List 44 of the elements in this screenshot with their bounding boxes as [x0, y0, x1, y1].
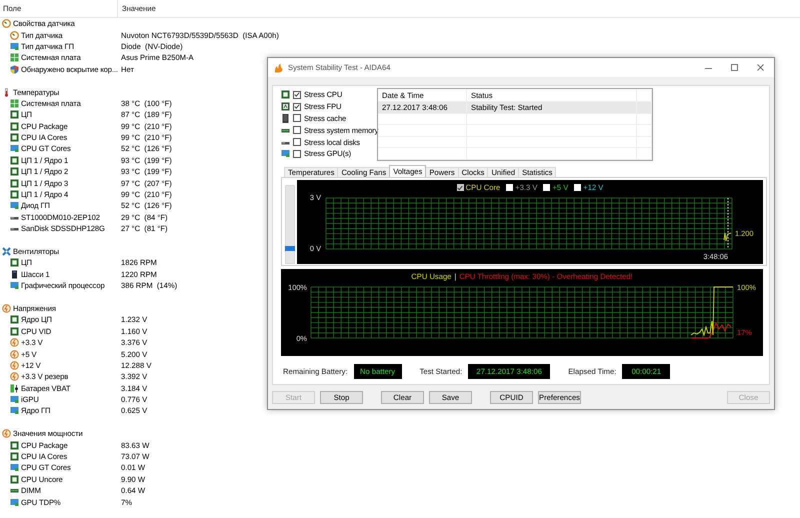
- checkbox[interactable]: [293, 126, 301, 134]
- shield-icon: [10, 64, 19, 74]
- checkbox[interactable]: [543, 184, 550, 191]
- voltage-icon: [10, 360, 19, 370]
- chip-icon: [281, 90, 290, 100]
- pc-tower-icon: [10, 270, 19, 279]
- monitor-icon: [10, 281, 19, 290]
- throttling-trace: [690, 322, 732, 338]
- usage-trace: [690, 286, 734, 337]
- voltage-icon: [10, 372, 19, 382]
- voltage-icon: [10, 338, 19, 348]
- flame-icon: [274, 62, 283, 72]
- gauge-icon: [10, 30, 19, 40]
- monitor-icon: [10, 463, 19, 472]
- chip-icon: [10, 474, 19, 484]
- checkbox[interactable]: [293, 102, 301, 111]
- voltage-trace: [724, 232, 732, 242]
- monitor-icon: [10, 395, 19, 404]
- checkbox[interactable]: [293, 138, 301, 146]
- voltage-icon: [10, 350, 19, 359]
- monitor-icon: [10, 498, 19, 507]
- thermometer-icon: [2, 88, 11, 97]
- voltage-icon: [2, 429, 11, 438]
- checkbox[interactable]: [574, 184, 582, 191]
- chip-icon: [10, 258, 19, 268]
- checkbox[interactable]: [293, 114, 301, 122]
- memory-module-icon: [10, 486, 19, 496]
- cache-module-icon: [281, 114, 290, 123]
- monitor-icon: [10, 201, 19, 210]
- battery-icon: [10, 384, 19, 393]
- circuit-board-icon: [10, 53, 19, 62]
- monitor-icon: [10, 406, 19, 416]
- slider-track[interactable]: [285, 185, 295, 264]
- slider-thumb[interactable]: [285, 246, 295, 252]
- checkbox[interactable]: [506, 184, 514, 191]
- circuit-board-icon: [10, 98, 19, 108]
- monitor-icon: [10, 144, 19, 154]
- checkbox[interactable]: [293, 90, 301, 99]
- chip-icon: [281, 102, 290, 112]
- voltage-icon: [2, 304, 11, 313]
- monitor-icon: [281, 149, 290, 158]
- checkbox[interactable]: [456, 184, 464, 191]
- checkbox[interactable]: [293, 150, 301, 158]
- monitor-icon: [10, 42, 19, 51]
